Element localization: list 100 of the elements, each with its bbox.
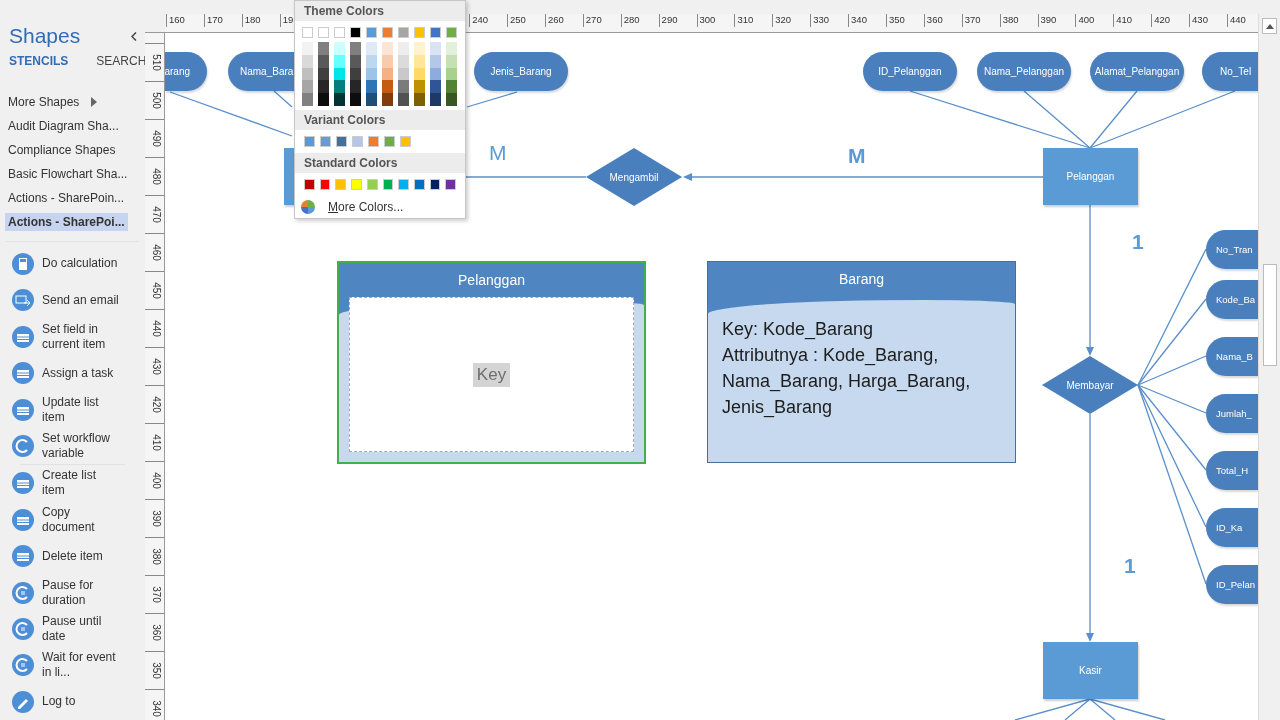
color-swatch[interactable]	[430, 54, 441, 68]
shape-item[interactable]: Wait for event in li...	[42, 650, 122, 681]
color-swatch[interactable]	[304, 136, 315, 147]
color-swatch[interactable]	[382, 54, 393, 68]
color-swatch[interactable]	[398, 42, 409, 55]
color-swatch[interactable]	[350, 27, 361, 38]
color-swatch[interactable]	[334, 27, 345, 38]
color-swatch[interactable]	[366, 80, 377, 94]
color-swatch[interactable]	[398, 179, 409, 190]
color-swatch[interactable]	[366, 93, 377, 106]
chevron-left-icon[interactable]	[131, 31, 137, 41]
shape-item[interactable]: Update list item	[42, 394, 122, 425]
color-swatch[interactable]	[414, 67, 425, 81]
color-swatch[interactable]	[430, 80, 441, 94]
color-swatch[interactable]	[414, 27, 425, 38]
stencil-item[interactable]: Audit Diagram Sha...	[5, 116, 122, 135]
color-swatch[interactable]	[302, 93, 313, 106]
color-swatch[interactable]	[446, 42, 457, 55]
color-swatch[interactable]	[382, 27, 393, 38]
shape-item[interactable]: Pause for duration	[42, 577, 122, 608]
panel-tab[interactable]: SEARCH	[96, 54, 145, 68]
color-swatch[interactable]	[302, 80, 313, 94]
shape-item[interactable]: Delete item	[42, 548, 122, 564]
color-swatch[interactable]	[366, 54, 377, 68]
color-swatch[interactable]	[350, 93, 361, 106]
color-swatch[interactable]	[446, 54, 457, 68]
color-swatch[interactable]	[446, 27, 457, 38]
shape-item[interactable]: Set workflow variable	[42, 430, 122, 461]
color-swatch[interactable]	[318, 67, 329, 81]
color-swatch[interactable]	[446, 67, 457, 81]
color-swatch[interactable]	[302, 54, 313, 68]
shape-item[interactable]: Do calculation	[42, 256, 122, 272]
color-swatch[interactable]	[304, 179, 315, 190]
color-swatch[interactable]	[318, 80, 329, 94]
text-edit-field[interactable]: Key	[349, 297, 634, 452]
color-swatch[interactable]	[414, 80, 425, 94]
color-swatch[interactable]	[366, 27, 377, 38]
color-swatch[interactable]	[430, 27, 441, 38]
color-swatch[interactable]	[382, 93, 393, 106]
color-swatch[interactable]	[334, 67, 345, 81]
color-swatch[interactable]	[351, 179, 362, 190]
color-swatch[interactable]	[318, 93, 329, 106]
color-swatch[interactable]	[382, 179, 394, 190]
color-swatch[interactable]	[302, 67, 313, 81]
color-swatch[interactable]	[398, 80, 409, 94]
shape-item[interactable]: Send an email	[42, 292, 122, 308]
shape-item[interactable]: Copy document	[42, 504, 122, 535]
color-swatch[interactable]	[400, 136, 411, 147]
color-swatch[interactable]	[302, 42, 313, 55]
color-swatch[interactable]	[302, 27, 313, 38]
color-swatch[interactable]	[414, 54, 425, 68]
color-swatch[interactable]	[366, 42, 377, 55]
color-swatch[interactable]	[398, 27, 409, 38]
color-swatch[interactable]	[398, 54, 409, 68]
shape-item[interactable]: Create list item	[42, 468, 122, 499]
color-swatch[interactable]	[429, 179, 441, 190]
color-swatch[interactable]	[382, 67, 393, 81]
color-swatch[interactable]	[318, 42, 329, 55]
color-swatch[interactable]	[446, 93, 457, 106]
color-swatch[interactable]	[319, 179, 331, 190]
color-swatch[interactable]	[350, 54, 361, 68]
scrollbar-thumb[interactable]	[1263, 264, 1277, 366]
color-swatch[interactable]	[334, 42, 345, 55]
color-swatch[interactable]	[350, 42, 361, 55]
color-swatch[interactable]	[318, 54, 329, 68]
color-swatch[interactable]	[320, 136, 331, 147]
color-swatch[interactable]	[334, 54, 345, 68]
color-swatch[interactable]	[414, 42, 425, 55]
color-swatch[interactable]	[384, 136, 395, 147]
color-swatch[interactable]	[366, 179, 378, 190]
scroll-up-button[interactable]	[1262, 18, 1277, 34]
color-swatch[interactable]	[413, 179, 425, 190]
stencil-item[interactable]: Compliance Shapes	[5, 140, 119, 159]
color-swatch[interactable]	[382, 80, 393, 94]
shape-item[interactable]: Pause until date	[42, 613, 122, 644]
color-swatch[interactable]	[445, 179, 457, 190]
stencil-item[interactable]: Actions - SharePoi...	[5, 212, 128, 231]
menu-item[interactable]: More Shapes	[8, 94, 80, 109]
color-swatch[interactable]	[352, 136, 363, 147]
shape-item[interactable]: Assign a task	[42, 365, 122, 381]
color-swatch[interactable]	[350, 67, 361, 81]
color-swatch[interactable]	[430, 42, 441, 55]
color-swatch[interactable]	[334, 80, 345, 94]
color-swatch[interactable]	[335, 179, 347, 190]
shape-item[interactable]: Set field in current item	[42, 321, 122, 352]
color-swatch[interactable]	[318, 27, 329, 38]
color-swatch[interactable]	[446, 80, 457, 94]
color-swatch[interactable]	[414, 93, 425, 106]
more-colors-link[interactable]: More Colors...	[328, 200, 404, 214]
stencil-item[interactable]: Actions - SharePoin...	[5, 188, 128, 207]
color-swatch[interactable]	[336, 136, 347, 147]
color-swatch[interactable]	[398, 67, 409, 81]
color-swatch[interactable]	[382, 42, 393, 55]
color-swatch[interactable]	[398, 93, 409, 106]
color-swatch[interactable]	[334, 93, 345, 106]
color-swatch[interactable]	[368, 136, 379, 147]
stencil-item[interactable]: Basic Flowchart Sha...	[5, 164, 131, 183]
panel-tab[interactable]: STENCILS	[9, 54, 69, 68]
color-swatch[interactable]	[430, 67, 441, 81]
color-swatch[interactable]	[366, 67, 377, 81]
